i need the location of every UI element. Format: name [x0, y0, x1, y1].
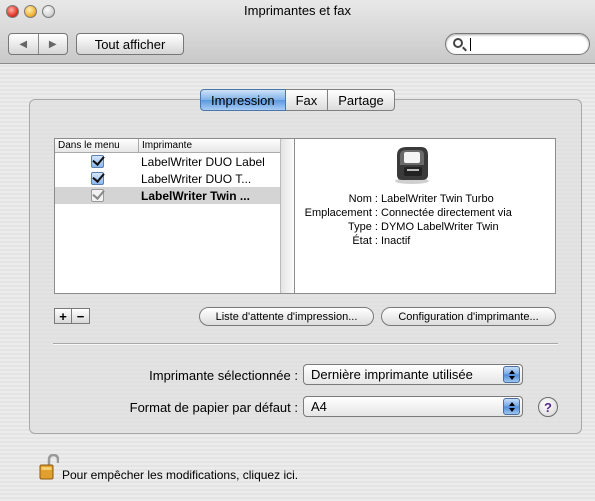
- printer-info-panel: Nom : LabelWriter Twin Turbo Emplacement …: [295, 138, 556, 294]
- info-key-etat: État :: [352, 235, 378, 247]
- printer-name: LabelWriter DUO Label: [141, 154, 265, 169]
- lock-message[interactable]: Pour empêcher les modifications, cliquez…: [62, 468, 298, 482]
- printer-row-selected[interactable]: LabelWriter Twin ...: [55, 187, 294, 204]
- selected-printer-label: Imprimante sélectionnée :: [149, 368, 298, 383]
- remove-printer-button[interactable]: −: [72, 308, 90, 324]
- paper-size-label: Format de papier par défaut :: [129, 400, 298, 415]
- selected-printer-value: Dernière imprimante utilisée: [311, 367, 473, 382]
- column-header-in-menu[interactable]: Dans le menu: [55, 139, 139, 152]
- paper-size-value: A4: [311, 399, 327, 414]
- printer-name: LabelWriter Twin ...: [141, 188, 250, 203]
- info-value-emplacement: Connectée directement via: [381, 207, 512, 219]
- printer-row[interactable]: LabelWriter DUO Label: [55, 153, 294, 170]
- tab-fax[interactable]: Fax: [285, 89, 329, 111]
- in-menu-checkbox[interactable]: [90, 155, 104, 168]
- in-menu-checkbox[interactable]: [90, 172, 104, 185]
- info-value-type: DYMO LabelWriter Twin: [381, 221, 499, 233]
- lock-icon[interactable]: [39, 454, 59, 480]
- back-icon[interactable]: ◀: [9, 34, 38, 54]
- search-field[interactable]: [445, 33, 590, 55]
- popup-arrows-icon: [503, 398, 520, 415]
- show-all-button[interactable]: Tout afficher: [76, 33, 184, 55]
- help-button[interactable]: ?: [538, 397, 558, 417]
- window-toolbar: Imprimantes et fax ◀ ▶ Tout afficher: [0, 0, 595, 64]
- info-key-type: Type :: [348, 221, 378, 233]
- in-menu-checkbox[interactable]: [90, 189, 104, 202]
- add-remove-control: + −: [54, 308, 90, 324]
- forward-icon[interactable]: ▶: [37, 34, 68, 54]
- text-caret: [470, 38, 471, 51]
- paper-size-popup[interactable]: A4: [303, 396, 523, 417]
- section-divider: [53, 343, 558, 345]
- label-printer-icon: [395, 147, 429, 184]
- printer-name: LabelWriter DUO T...: [141, 171, 252, 186]
- printer-setup-button[interactable]: Configuration d'imprimante...: [381, 307, 556, 326]
- info-value-nom: LabelWriter Twin Turbo: [381, 193, 494, 205]
- search-icon: [453, 38, 463, 48]
- info-key-nom: Nom :: [348, 193, 378, 205]
- column-header-printer[interactable]: Imprimante: [139, 139, 294, 152]
- print-queue-button[interactable]: Liste d'attente d'impression...: [199, 307, 374, 326]
- add-printer-button[interactable]: +: [54, 308, 72, 324]
- printer-list-header: Dans le menu Imprimante: [55, 139, 294, 153]
- selected-printer-popup[interactable]: Dernière imprimante utilisée: [303, 364, 523, 385]
- popup-arrows-icon: [503, 366, 520, 383]
- printer-row[interactable]: LabelWriter DUO T...: [55, 170, 294, 187]
- printer-list[interactable]: Dans le menu Imprimante LabelWriter DUO …: [54, 138, 295, 294]
- tab-bar: Impression Fax Partage: [200, 89, 395, 111]
- list-scrollbar[interactable]: [280, 139, 294, 293]
- printer-info-fields: Nom : LabelWriter Twin Turbo Emplacement …: [295, 192, 556, 248]
- tab-partage[interactable]: Partage: [328, 89, 395, 111]
- info-value-etat: Inactif: [381, 235, 411, 247]
- tab-impression[interactable]: Impression: [200, 89, 286, 111]
- window-title: Imprimantes et fax: [244, 3, 351, 18]
- back-forward-control: ◀ ▶: [8, 33, 68, 55]
- info-key-emplacement: Emplacement :: [304, 207, 378, 219]
- preferences-window: Imprimantes et fax ◀ ▶ Tout afficher Imp…: [0, 0, 595, 501]
